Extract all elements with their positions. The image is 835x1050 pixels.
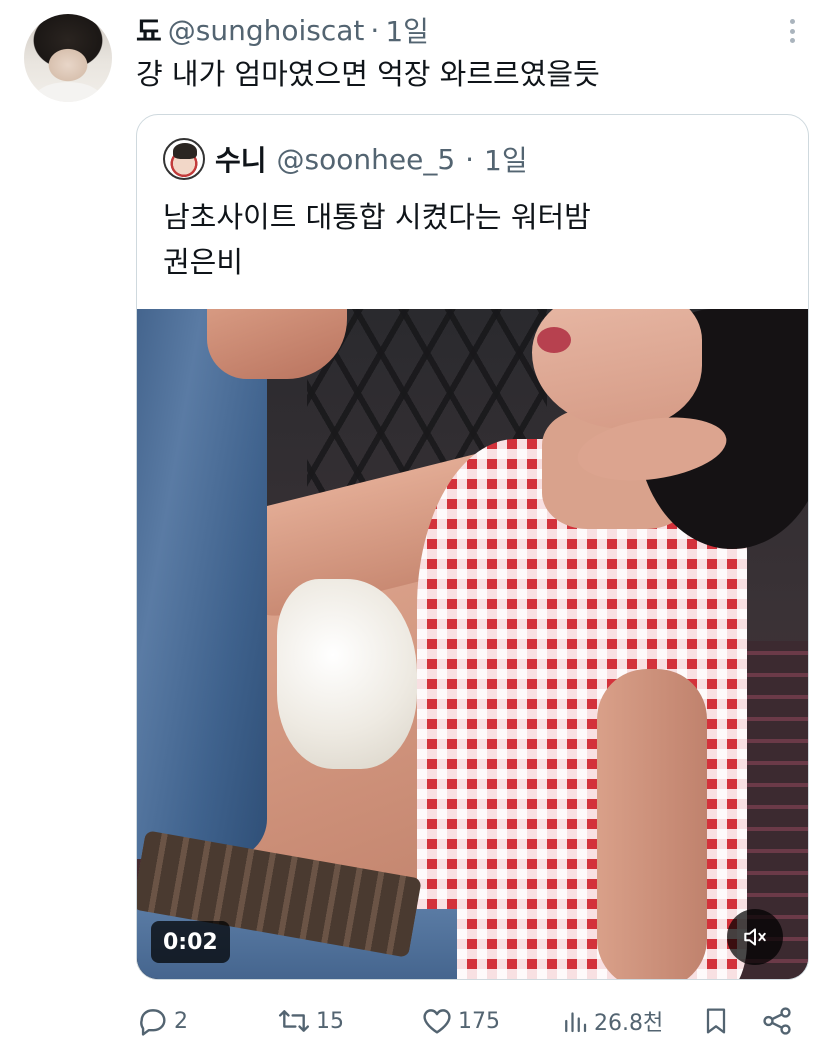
action-bar: 2 15 175 26.8천 [136,1002,806,1040]
mute-button[interactable] [727,909,783,965]
quoted-text: 남초사이트 대통합 시켰다는 워터밤 권은비 [163,195,783,285]
retweet-count: 15 [316,1008,344,1034]
share-icon [763,1007,791,1035]
separator-dot: · [370,13,380,47]
reply-icon [140,1009,166,1036]
bookmark-icon [706,1008,726,1034]
reply-count: 2 [174,1008,188,1034]
tweet-header: 됴 @sunghoiscat · 1일 [136,10,429,50]
quoted-display-name: 수니 [215,144,267,177]
tweet-container: 됴 @sunghoiscat · 1일 걍 내가 엄마였으면 억장 와르르였을듯… [0,0,835,1050]
quoted-handle: @soonhee_5 [276,142,456,176]
like-count: 175 [458,1008,500,1034]
tweet-text: 걍 내가 엄마였으면 억장 와르르였을듯 [136,57,600,91]
heart-icon [423,1009,451,1034]
more-options-icon[interactable] [782,16,802,46]
share-button[interactable] [760,1002,794,1040]
quoted-time: 1일 [484,144,528,177]
quoted-text-line-2: 권은비 [163,245,244,279]
quoted-tweet[interactable]: 수니 @soonhee_5 · 1일 남초사이트 대통합 시켰다는 워터밤 권은… [136,114,809,980]
speaker-muted-icon [744,928,766,946]
author-display-name[interactable]: 됴 [136,10,162,50]
quoted-avatar [163,138,205,180]
author-handle[interactable]: @sunghoiscat [168,14,365,47]
bookmark-button[interactable] [700,1002,732,1040]
retweet-button[interactable]: 15 [276,1002,344,1040]
quoted-header: 수니 @soonhee_5 · 1일 [163,137,528,181]
analytics-icon [565,1012,587,1033]
like-button[interactable]: 175 [420,1002,500,1040]
video-player[interactable]: 0:02 [137,309,808,979]
views-button[interactable]: 26.8천 [560,1002,663,1040]
retweet-icon [278,1010,310,1032]
quoted-separator-dot: · [465,142,475,176]
author-avatar[interactable] [24,14,112,102]
quoted-text-line-1: 남초사이트 대통합 시켰다는 워터밤 [163,200,591,234]
views-count: 26.8천 [594,1011,664,1036]
tweet-time[interactable]: 1일 [385,10,429,50]
reply-button[interactable]: 2 [136,1002,188,1040]
video-time-badge: 0:02 [151,921,230,963]
